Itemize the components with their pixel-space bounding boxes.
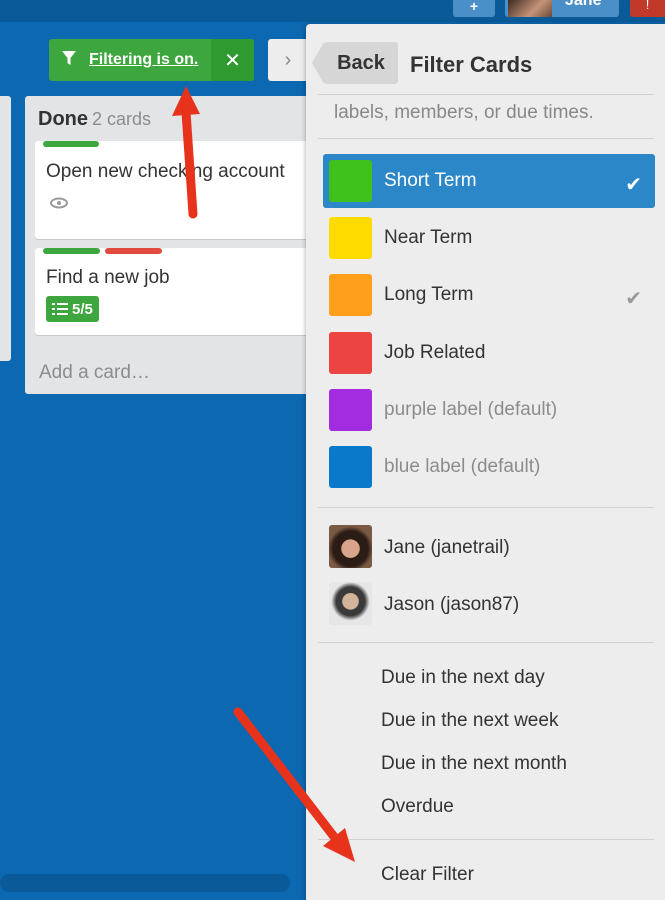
card-open-checking[interactable]: Open new checking account xyxy=(35,141,325,239)
panel-title: Filter Cards xyxy=(410,52,533,77)
list-partial xyxy=(0,96,11,361)
label-filter-short-term[interactable]: Short Term ✔ xyxy=(323,154,655,208)
list-header[interactable]: Done 2 cards xyxy=(38,108,151,131)
filter-status-link[interactable]: Filtering is on. xyxy=(89,51,211,69)
member-name: Jane (janetrail) xyxy=(384,537,510,558)
label-swatch xyxy=(329,389,372,431)
divider xyxy=(318,642,654,643)
filter-hint: labels, members, or due times. xyxy=(334,102,594,123)
label-name: purple label (default) xyxy=(384,399,558,420)
header-bar: + Jane ! xyxy=(0,0,665,22)
due-filter-next-week[interactable]: Due in the next week xyxy=(381,710,558,732)
avatar xyxy=(508,0,552,17)
label-name: blue label (default) xyxy=(384,456,541,477)
chevron-right-icon[interactable]: › xyxy=(268,39,308,81)
due-filter-next-day[interactable]: Due in the next day xyxy=(381,667,545,689)
filter-panel: Back Filter Cards labels, members, or du… xyxy=(306,24,665,900)
label-filter-blue[interactable]: blue label (default) xyxy=(323,440,655,494)
label-swatch xyxy=(329,160,372,202)
horizontal-scrollbar[interactable] xyxy=(0,874,290,892)
member-filter-jason[interactable]: Jason (jason87) xyxy=(329,582,649,628)
checklist-icon xyxy=(52,303,68,315)
label-swatch xyxy=(329,274,372,316)
label-name: Short Term xyxy=(384,170,477,191)
clear-filter-button[interactable]: Clear Filter xyxy=(381,864,474,886)
card-title: Find a new job xyxy=(46,267,170,288)
filter-icon xyxy=(49,49,89,72)
label-swatch xyxy=(329,217,372,259)
label-swatch xyxy=(329,332,372,374)
checklist-badge: 5/5 xyxy=(46,296,99,322)
label-filter-long-term[interactable]: Long Term ✔ xyxy=(323,268,655,322)
label-swatch xyxy=(329,446,372,488)
avatar xyxy=(329,525,372,568)
card-label-green xyxy=(43,141,99,147)
card-label-red xyxy=(105,248,162,254)
check-icon: ✔ xyxy=(625,288,642,310)
due-filter-next-month[interactable]: Due in the next month xyxy=(381,753,567,775)
card-find-job[interactable]: Find a new job 5/5 xyxy=(35,248,325,335)
add-card-link[interactable]: Add a card… xyxy=(39,362,150,384)
user-menu[interactable]: Jane xyxy=(505,0,619,17)
label-name: Job Related xyxy=(384,342,486,363)
member-name: Jason (jason87) xyxy=(384,594,520,615)
card-count: 2 cards xyxy=(92,109,152,129)
label-filter-purple[interactable]: purple label (default) xyxy=(323,383,655,437)
checklist-count: 5/5 xyxy=(72,300,93,318)
list-title: Done xyxy=(38,108,88,130)
divider xyxy=(318,94,654,95)
back-button[interactable]: Back xyxy=(312,42,398,84)
label-name: Near Term xyxy=(384,227,473,248)
due-filter-overdue[interactable]: Overdue xyxy=(381,796,454,818)
username: Jane xyxy=(565,0,602,9)
notification-icon[interactable]: ! xyxy=(630,0,665,17)
check-icon: ✔ xyxy=(625,174,642,196)
clear-filter-icon[interactable]: ✕ xyxy=(211,39,254,81)
divider xyxy=(318,839,654,840)
divider xyxy=(318,138,654,139)
add-button[interactable]: + xyxy=(453,0,495,17)
divider xyxy=(318,507,654,508)
label-filter-job-related[interactable]: Job Related xyxy=(323,326,655,380)
avatar xyxy=(329,582,372,625)
member-filter-jane[interactable]: Jane (janetrail) xyxy=(329,525,649,571)
filter-indicator[interactable]: Filtering is on. ✕ xyxy=(49,39,254,81)
label-filter-near-term[interactable]: Near Term xyxy=(323,211,655,265)
eye-icon xyxy=(49,196,69,209)
card-label-green xyxy=(43,248,100,254)
list-done: Done 2 cards Open new checking account Fi… xyxy=(25,96,325,394)
card-title: Open new checking account xyxy=(46,161,285,182)
label-name: Long Term xyxy=(384,284,474,305)
